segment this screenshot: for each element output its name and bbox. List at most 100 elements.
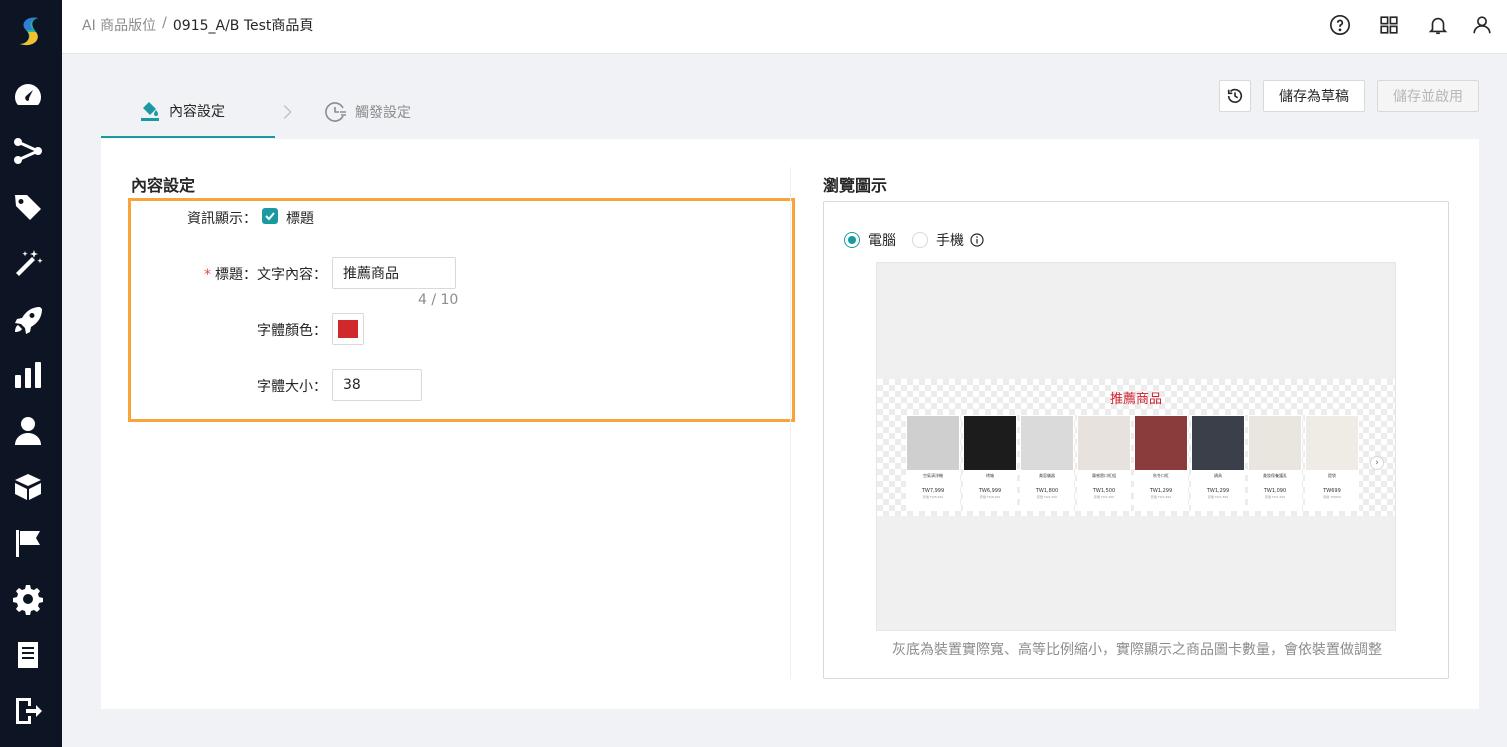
text-content-label: 文字內容： [257,267,327,283]
flag-icon[interactable] [11,526,45,560]
user-icon[interactable] [1469,12,1495,38]
device-preview-area: 推薦商品 空氣清淨機 TW7,999 原價 TW8,999 烤箱 TW6,999 原價 T… [876,262,1396,631]
title-text-input[interactable]: 推薦商品 [332,257,456,289]
char-counter: 4 / 10 [418,292,459,308]
product-original-price: 原價 TW899 [1323,495,1341,499]
product-card[interactable]: 提袋 TW699 原價 TW899 [1305,415,1359,511]
top-header: AI 商品版位 / 0915_A/B Test商品頁 [62,0,1507,54]
desktop-radio[interactable] [844,232,860,248]
product-price: TW7,999 [921,488,945,494]
save-publish-button[interactable]: 儲存並啟用 [1377,80,1479,112]
product-name: 霧感唇口紅組 [1092,473,1116,478]
product-name: 美容儀器 [1039,473,1055,478]
person-icon[interactable] [11,414,45,448]
dashboard-icon[interactable] [11,78,45,112]
font-color-picker[interactable] [332,313,364,345]
product-card[interactable]: 美容儀器 TW1,800 原價 TW2,400 [1020,415,1074,511]
product-image [1306,416,1358,470]
mobile-radio-label[interactable]: 手機 [936,230,964,250]
tab-trigger-label: 觸發設定 [355,105,411,121]
gear-icon[interactable] [11,582,45,616]
font-color-label: 字體顏色： [257,323,327,339]
clock-list-icon [325,102,346,122]
preview-note: 灰底為裝置實際寬、高等比例縮小，實際顯示之商品圖卡數量，會依裝置做調整 [892,642,1382,658]
app-logo-icon[interactable] [16,14,44,48]
product-image [1078,416,1130,470]
product-price: TW6,999 [978,488,1002,494]
info-display-label: 資訊顯示： [187,211,257,227]
product-card[interactable]: 美妝保養護乳 TW1,090 原價 TW1,690 [1248,415,1302,511]
flow-icon[interactable] [11,134,45,168]
required-asterisk: * [204,267,211,283]
product-price: TW1,500 [1092,488,1116,494]
carousel-next-icon[interactable]: › [1370,456,1384,470]
product-price: TW1,299 [1206,488,1230,494]
save-draft-button[interactable]: 儲存為草稿 [1263,80,1365,112]
info-icon[interactable] [970,233,984,247]
preview-section-title: 瀏覽圖示 [823,176,888,195]
step-tabs: 內容設定 觸發設定 [101,86,501,138]
product-name: 烤箱 [986,473,994,478]
product-card[interactable]: 霧感唇口紅組 TW1,500 原價 TW1,900 [1077,415,1131,511]
title-checkbox[interactable] [262,208,278,224]
product-image [907,416,959,470]
magic-wand-icon[interactable] [11,246,45,280]
tab-trigger-settings[interactable]: 觸發設定 [325,86,411,138]
product-original-price: 原價 TW1,899 [1207,495,1229,499]
product-original-price: 原價 TW1,900 [1093,495,1115,499]
product-name: 美妝保養護乳 [1263,473,1287,478]
desktop-radio-label[interactable]: 電腦 [868,230,896,250]
history-button[interactable] [1219,80,1251,112]
font-size-input[interactable]: 38 [332,369,422,401]
product-name: 秋冬口紅 [1153,473,1169,478]
product-card[interactable]: 烤箱 TW6,999 原價 TW8,999 [963,415,1017,511]
highlight-frame [128,198,795,422]
title-field-label: * 標題： [161,264,257,284]
bar-chart-icon[interactable] [11,358,45,392]
product-image [964,416,1016,470]
check-icon [265,212,275,221]
product-price: TW1,800 [1035,488,1059,494]
breadcrumb-current: 0915_A/B Test商品頁 [172,18,314,34]
product-image [1192,416,1244,470]
column-divider [790,167,791,679]
product-name: 鍋具 [1214,473,1222,478]
product-original-price: 原價 TW8,999 [922,495,944,499]
content-card: 內容設定 資訊顯示： 標題 * 標題： 文字內容： 推薦商品 4 / 10 字體顏… [101,139,1479,709]
box-icon[interactable] [11,470,45,504]
product-image [1249,416,1301,470]
rocket-icon[interactable] [11,302,45,336]
mobile-radio[interactable] [912,232,928,248]
product-original-price: 原價 TW8,999 [979,495,1001,499]
product-card[interactable]: 空氣清淨機 TW7,999 原價 TW8,999 [906,415,960,511]
breadcrumb-separator: / [162,15,167,31]
notebook-icon[interactable] [11,638,45,672]
sidebar [0,0,62,747]
breadcrumb-parent-link[interactable]: AI 商品版位 [82,15,156,35]
tab-content-settings[interactable]: 內容設定 [101,86,275,138]
strip-title: 推薦商品 [1109,392,1162,407]
bell-icon[interactable] [1425,12,1451,38]
product-price: TW1,299 [1149,488,1173,494]
logout-icon[interactable] [11,694,45,728]
help-icon[interactable] [1327,12,1353,38]
device-radio-group: 電腦 手機 [844,230,984,250]
breadcrumb: AI 商品版位 / 0915_A/B Test商品頁 [82,15,313,35]
tag-icon[interactable] [11,190,45,224]
history-icon [1227,88,1243,104]
product-price: TW699 [1323,488,1341,494]
color-swatch [338,320,358,338]
product-price: TW1,090 [1263,488,1287,494]
product-card[interactable]: 鍋具 TW1,299 原價 TW1,899 [1191,415,1245,511]
product-image [1135,416,1187,470]
paint-bucket-icon [141,102,159,121]
product-name: 空氣清淨機 [923,473,943,478]
product-original-price: 原價 TW1,899 [1150,495,1172,499]
apps-grid-icon[interactable] [1376,12,1402,38]
form-section-title: 內容設定 [131,176,196,195]
preview-panel: 電腦 手機 推薦商品 空氣清淨機 TW7,999 原價 TW8,999 烤箱 TW6,9… [823,201,1449,679]
product-image [1021,416,1073,470]
product-card[interactable]: 秋冬口紅 TW1,299 原價 TW1,899 [1134,415,1188,511]
product-name: 提袋 [1328,473,1336,478]
product-original-price: 原價 TW2,400 [1036,495,1058,499]
